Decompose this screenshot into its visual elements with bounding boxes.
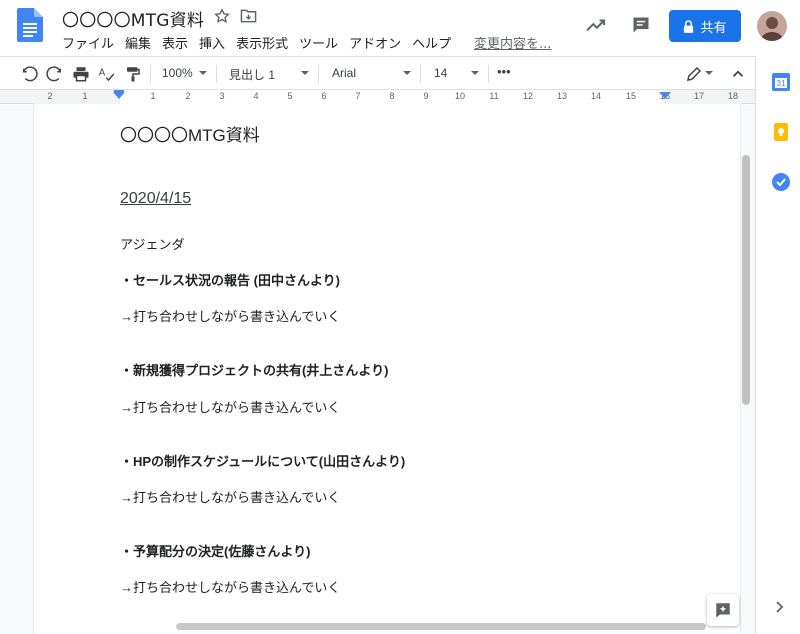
ruler-number: 6 <box>321 91 327 101</box>
agenda-item-note[interactable]: →打ち合わせしながら書き込んでいく <box>120 306 340 325</box>
doc-date[interactable]: 2020/4/15 <box>120 190 191 208</box>
calendar-icon[interactable]: 31 <box>772 73 790 91</box>
ruler-number: 1 <box>82 91 88 101</box>
menu-view[interactable]: 表示 <box>162 33 188 52</box>
undo-icon[interactable] <box>20 65 38 83</box>
ruler-number: 11 <box>489 91 499 101</box>
ruler-number: 12 <box>522 91 534 101</box>
doc-heading[interactable]: 〇〇〇〇MTG資料 <box>120 121 260 146</box>
ruler-number: 7 <box>355 91 361 101</box>
toolbar-divider <box>216 65 217 83</box>
menu-file[interactable]: ファイル <box>62 33 114 52</box>
document-page[interactable]: 〇〇〇〇MTG資料 2020/4/15 アジェンダ ・セールス状況の報告 (田中… <box>34 105 740 634</box>
vertical-scrollbar[interactable] <box>742 155 750 405</box>
ruler-number: 3 <box>219 91 225 101</box>
ruler-number: 1 <box>150 91 156 101</box>
agenda-item-note[interactable]: →打ち合わせしながら書き込んでいく <box>120 487 340 506</box>
redo-icon[interactable] <box>46 65 64 83</box>
font-caret-icon[interactable] <box>403 71 411 75</box>
spellcheck-icon[interactable]: A <box>98 65 116 83</box>
ruler-number: 2 <box>185 91 191 101</box>
paragraph-style-select[interactable]: 見出し 1 <box>229 66 275 83</box>
document-canvas: 〇〇〇〇MTG資料 2020/4/15 アジェンダ ・セールス状況の報告 (田中… <box>0 105 755 634</box>
formatting-toolbar: A 100% 見出し 1 Arial 14 ••• <box>0 56 755 90</box>
menu-bar: ファイル 編集 表示 挿入 表示形式 ツール アドオン ヘルプ <box>62 33 462 52</box>
right-indent-handle[interactable] <box>659 92 671 99</box>
explore-sparkle-icon <box>716 603 730 618</box>
horizontal-ruler[interactable]: 2 1 1 2 3 4 5 6 7 8 9 10 11 12 13 14 15 … <box>0 90 755 104</box>
menu-insert[interactable]: 挿入 <box>199 33 225 52</box>
ruler-number: 13 <box>556 91 568 101</box>
ruler-number: 15 <box>625 91 637 101</box>
move-to-folder-icon[interactable] <box>240 8 257 24</box>
ruler-number: 2 <box>47 91 53 101</box>
ruler-number: 14 <box>590 91 602 101</box>
menu-format[interactable]: 表示形式 <box>236 33 288 52</box>
docs-logo-icon[interactable] <box>17 8 43 42</box>
menu-addons[interactable]: アドオン <box>349 33 401 52</box>
share-button[interactable]: 共有 <box>669 10 741 42</box>
ruler-number: 4 <box>253 91 259 101</box>
tasks-icon[interactable] <box>772 173 790 191</box>
toolbar-divider <box>420 65 421 83</box>
svg-text:A: A <box>99 68 106 79</box>
share-button-label: 共有 <box>700 20 727 36</box>
zoom-select[interactable]: 100% <box>162 66 193 80</box>
agenda-item-title[interactable]: ・セールス状況の報告 (田中さんより) <box>120 270 340 289</box>
font-select[interactable]: Arial <box>332 66 356 80</box>
explore-button[interactable] <box>707 594 739 626</box>
toolbar-divider <box>318 65 319 83</box>
app-header: 〇〇〇〇MTG資料 ファイル 編集 表示 挿入 表示形式 ツール アドオン ヘル… <box>0 0 800 56</box>
editing-mode-pencil-icon[interactable] <box>685 65 703 83</box>
menu-tools[interactable]: ツール <box>299 33 338 52</box>
calendar-day-text: 31 <box>777 79 786 88</box>
account-avatar[interactable] <box>757 11 787 41</box>
menu-help[interactable]: ヘルプ <box>412 33 451 52</box>
document-title[interactable]: 〇〇〇〇MTG資料 <box>62 6 204 31</box>
agenda-item-title[interactable]: ・HPの制作スケジュールについて(山田さんより) <box>120 451 405 470</box>
agenda-item-title[interactable]: ・新規獲得プロジェクトの共有(井上さんより) <box>120 360 388 379</box>
agenda-item-note[interactable]: →打ち合わせしながら書き込んでいく <box>120 397 340 416</box>
comment-history-icon[interactable] <box>631 15 651 35</box>
zoom-caret-icon[interactable] <box>199 71 207 75</box>
ruler-number: 17 <box>693 91 705 101</box>
paint-format-icon[interactable] <box>124 65 142 83</box>
style-caret-icon[interactable] <box>301 71 309 75</box>
left-indent-handle[interactable] <box>113 92 125 99</box>
collapse-menu-chevron-icon[interactable] <box>729 65 747 83</box>
star-icon[interactable] <box>213 7 231 25</box>
agenda-label[interactable]: アジェンダ <box>120 234 184 253</box>
lock-icon <box>684 19 694 33</box>
more-options-button[interactable]: ••• <box>497 64 511 79</box>
side-panel: 31 <box>755 56 800 634</box>
font-size-select[interactable]: 14 <box>434 66 447 80</box>
agenda-item-title[interactable]: ・予算配分の決定(佐藤さんより) <box>120 541 310 560</box>
last-edit-link[interactable]: 変更内容を... <box>474 33 551 52</box>
font-size-caret-icon[interactable] <box>471 71 479 75</box>
horizontal-scrollbar[interactable] <box>176 623 706 630</box>
agenda-item-note[interactable]: →打ち合わせしながら書き込んでいく <box>120 577 340 596</box>
ruler-number: 5 <box>287 91 293 101</box>
keep-icon[interactable] <box>772 123 790 141</box>
toolbar-divider <box>488 65 489 83</box>
ruler-number: 9 <box>423 91 429 101</box>
toolbar-divider <box>150 65 151 83</box>
menu-edit[interactable]: 編集 <box>125 33 151 52</box>
chevron-right-icon[interactable] <box>775 598 785 613</box>
editing-mode-caret-icon[interactable] <box>705 71 713 75</box>
ruler-number: 10 <box>454 91 466 101</box>
ruler-number: 8 <box>389 91 395 101</box>
activity-dashboard-icon[interactable] <box>585 16 607 34</box>
ruler-number: 18 <box>727 91 739 101</box>
print-icon[interactable] <box>72 65 90 83</box>
